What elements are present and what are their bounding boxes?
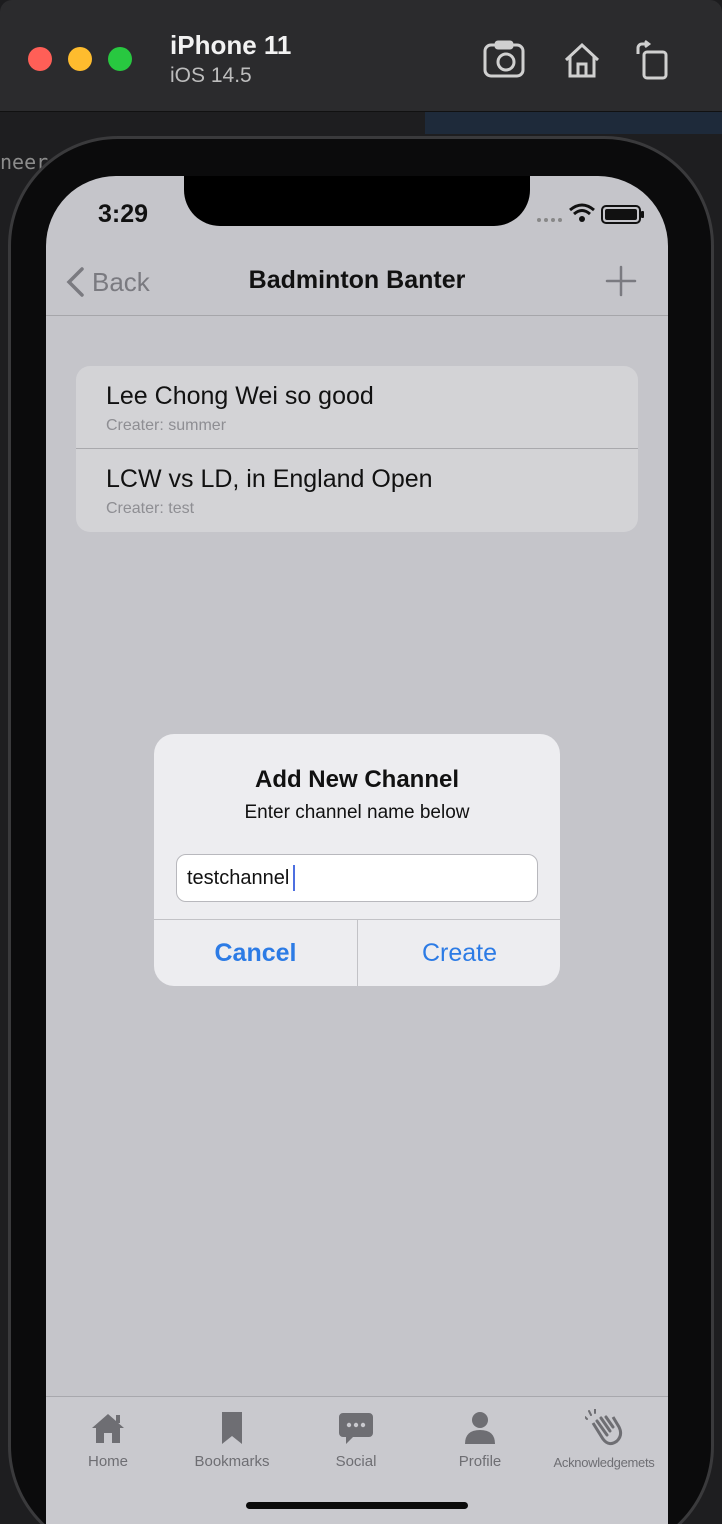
status-icons	[537, 203, 644, 224]
tab-home[interactable]: Home	[46, 1409, 170, 1479]
add-channel-alert: Add New Channel Enter channel name below…	[154, 734, 560, 986]
add-channel-button[interactable]	[604, 264, 638, 298]
screenshot-icon[interactable]	[482, 40, 526, 80]
clapping-hands-icon	[585, 1409, 623, 1446]
close-window-button[interactable]	[28, 47, 52, 71]
tab-bookmarks[interactable]: Bookmarks	[170, 1409, 294, 1479]
signal-icon	[537, 218, 562, 222]
tab-acknowledgements[interactable]: Acknowledgemets	[542, 1409, 666, 1479]
tab-label: Home	[87, 1453, 128, 1470]
bookmark-icon	[222, 1412, 242, 1444]
tab-label: Acknowledgemets	[553, 1455, 655, 1470]
person-icon	[465, 1412, 495, 1444]
navigation-bar: Back Badminton Banter	[46, 250, 668, 316]
house-icon	[92, 1414, 124, 1443]
tab-label: Bookmarks	[194, 1453, 270, 1470]
minimize-window-button[interactable]	[68, 47, 92, 71]
alert-title: Add New Channel	[254, 766, 459, 793]
channel-title: LCW vs LD, in England Open	[106, 465, 433, 493]
tab-label: Social	[335, 1453, 377, 1470]
alert-message: Enter channel name below	[244, 802, 470, 823]
channel-name-input[interactable]	[176, 854, 538, 902]
plus-icon	[605, 265, 637, 297]
zoom-window-button[interactable]	[108, 47, 132, 71]
rotate-icon[interactable]	[632, 40, 676, 80]
channel-creator: Creater: summer	[106, 417, 227, 434]
list-item[interactable]: LCW vs LD, in England Open Creater: test	[76, 449, 638, 532]
tab-social[interactable]: Social	[294, 1409, 418, 1479]
home-indicator[interactable]	[246, 1502, 468, 1509]
channel-list: Lee Chong Wei so good Creater: summer LC…	[76, 366, 638, 532]
chat-bubble-icon	[339, 1413, 373, 1444]
create-button[interactable]: Create	[358, 920, 560, 986]
text-caret	[293, 865, 295, 891]
battery-icon	[601, 205, 644, 224]
status-time: 3:29	[98, 200, 149, 228]
cancel-button[interactable]: Cancel	[154, 920, 357, 986]
notch	[184, 176, 530, 226]
home-icon[interactable]	[560, 40, 604, 80]
list-item[interactable]: Lee Chong Wei so good Creater: summer	[76, 366, 638, 449]
tab-label: Profile	[458, 1453, 502, 1470]
channel-creator: Creater: test	[106, 500, 195, 517]
device-name: iPhone 11	[170, 30, 292, 60]
page-title: Badminton Banter	[248, 266, 466, 294]
channel-title: Lee Chong Wei so good	[106, 382, 374, 410]
wifi-icon	[569, 203, 595, 222]
tab-profile[interactable]: Profile	[418, 1409, 542, 1479]
background-tab-strip	[425, 112, 722, 134]
os-version: iOS 14.5	[170, 64, 252, 87]
simulator-titlebar: iPhone 11 iOS 14.5	[0, 0, 722, 112]
